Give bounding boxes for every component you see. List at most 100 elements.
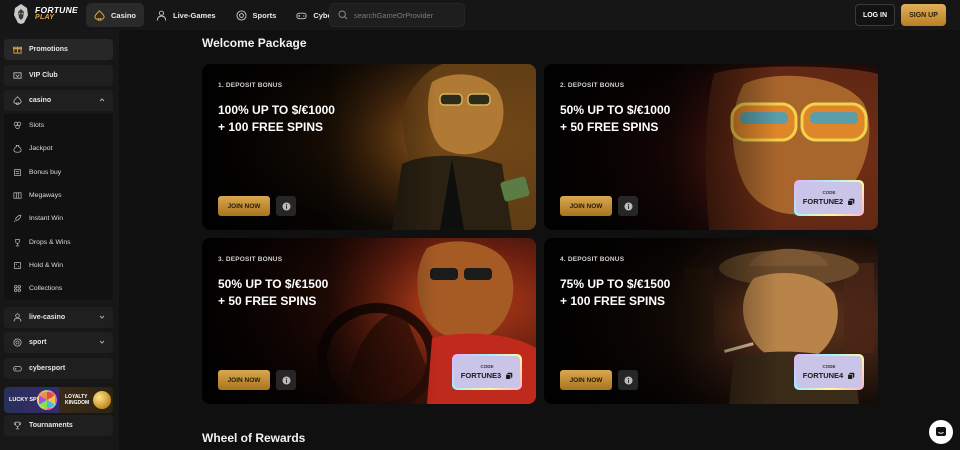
- sidebar-item-sport[interactable]: sport: [4, 332, 113, 353]
- card-offer-title: 50% UP TO $/€1500 + 50 FREE SPINS: [218, 276, 408, 309]
- sidebar-item-live-casino[interactable]: live-casino: [4, 307, 113, 328]
- sidebar-item-label: VIP Club: [29, 72, 58, 79]
- sidebar-item-instant-win[interactable]: Instant Win: [4, 207, 113, 230]
- grid-icon: [14, 285, 21, 293]
- sidebar-item-megaways[interactable]: Megaways: [4, 184, 113, 207]
- copy-icon[interactable]: [505, 372, 513, 380]
- info-button[interactable]: [618, 196, 638, 216]
- trophy-icon: [13, 421, 22, 430]
- login-button[interactable]: LOG IN: [855, 4, 895, 26]
- code-caption: CODE: [822, 190, 836, 195]
- sidebar-item-label: Tournaments: [29, 422, 73, 429]
- join-now-button[interactable]: JOIN NOW: [218, 196, 270, 216]
- logo[interactable]: FORTUNE PLAY: [12, 3, 78, 25]
- sidebar-item-hold-win[interactable]: Hold & Win: [4, 254, 113, 277]
- vip-card-icon: [13, 72, 22, 79]
- promo-code-value: FORTUNE2: [803, 197, 855, 206]
- search-icon: [338, 10, 348, 20]
- info-button[interactable]: [276, 370, 296, 390]
- sidebar-subitem-label: Megaways: [29, 192, 62, 200]
- sidebar-item-drops-wins[interactable]: Drops & Wins: [4, 230, 113, 253]
- main-content: Welcome Package 1. DEPOSIT BONUS 100% UP…: [119, 30, 960, 450]
- info-icon: [624, 202, 632, 210]
- kingdom-label: KINGDOM: [65, 400, 90, 406]
- sidebar-item-jackpot[interactable]: Jackpot: [4, 137, 113, 160]
- nav-sports-label: Sports: [252, 10, 277, 20]
- search-box[interactable]: [329, 3, 465, 27]
- sidebar-item-label: casino: [29, 97, 52, 104]
- slot-reel-icon: [13, 192, 22, 199]
- card-offer-line-1: 75% UP TO $/€1500: [560, 277, 671, 291]
- sidebar-subitem-label: Drops & Wins: [29, 238, 71, 246]
- bonus-card-3: 3. DEPOSIT BONUS 50% UP TO $/€1500 + 50 …: [202, 238, 536, 404]
- copy-icon[interactable]: [847, 198, 855, 206]
- card-deposit-label: 4. DEPOSIT BONUS: [560, 256, 625, 263]
- info-icon: [624, 376, 632, 384]
- copy-icon[interactable]: [847, 372, 855, 380]
- logo-name-top: FORTUNE: [35, 5, 79, 15]
- promo-code-box[interactable]: CODE FORTUNE4: [794, 354, 864, 390]
- card-offer-title: 50% UP TO $/€1000 + 50 FREE SPINS: [560, 102, 750, 135]
- cart-icon: [13, 168, 22, 176]
- nav-live-games[interactable]: Live-Games: [148, 3, 224, 27]
- chevron-up-icon: [99, 98, 105, 102]
- bonus-card-1: 1. DEPOSIT BONUS 100% UP TO $/€1000 + 10…: [202, 64, 536, 230]
- chevron-down-icon: [99, 340, 105, 344]
- logo-text: FORTUNE PLAY: [35, 6, 78, 22]
- dice-icon: [13, 261, 22, 269]
- gift-icon: [13, 46, 22, 54]
- spade-icon: [94, 9, 105, 21]
- join-now-button[interactable]: JOIN NOW: [560, 370, 612, 390]
- sidebar-item-label: cybersport: [29, 365, 66, 372]
- card-offer-title: 100% UP TO $/€1000 + 100 FREE SPINS: [218, 102, 408, 135]
- main-nav: Casino Live-Games Sports Cybersport: [86, 3, 361, 27]
- card-deposit-label: 2. DEPOSIT BONUS: [560, 82, 625, 89]
- welcome-package-title: Welcome Package: [202, 36, 307, 50]
- promo-code-inner: CODE FORTUNE3: [454, 356, 520, 388]
- sidebar-item-collections[interactable]: Collections: [4, 277, 113, 300]
- join-now-button[interactable]: JOIN NOW: [218, 370, 270, 390]
- loyalty-kingdom-banner[interactable]: LOYALTY KINGDOM: [59, 387, 113, 413]
- lucky-spin-banner[interactable]: LUCKY SPIN: [4, 387, 59, 413]
- clover-icon: [13, 121, 22, 130]
- card-offer-line-1: 100% UP TO $/€1000: [218, 103, 335, 117]
- code-caption: CODE: [822, 364, 836, 369]
- join-now-button[interactable]: JOIN NOW: [560, 196, 612, 216]
- search-input[interactable]: [354, 10, 464, 20]
- sidebar-item-tournaments[interactable]: Tournaments: [4, 415, 113, 436]
- sidebar-item-cybersport[interactable]: cybersport: [4, 358, 113, 379]
- casino-submenu: Slots Jackpot Bonus buy Megaways Instant…: [4, 114, 113, 301]
- chat-button[interactable]: [929, 420, 953, 444]
- spade-icon: [13, 96, 22, 105]
- info-icon: [282, 376, 290, 384]
- top-bar: FORTUNE PLAY Casino Live-Games Sports Cy…: [0, 0, 960, 30]
- promo-code-box[interactable]: CODE FORTUNE2: [794, 180, 864, 216]
- sidebar: Promotions VIP Club casino Slots Jackpot…: [0, 30, 119, 450]
- sidebar-item-label: live-casino: [29, 314, 66, 321]
- sidebar-item-vip[interactable]: VIP Club: [4, 65, 113, 86]
- promo-code-value: FORTUNE3: [461, 371, 513, 380]
- info-icon: [282, 202, 290, 210]
- sidebar-promo-banners: LUCKY SPIN LOYALTY KINGDOM: [4, 387, 113, 413]
- sidebar-subitem-label: Collections: [29, 285, 63, 293]
- info-button[interactable]: [276, 196, 296, 216]
- chevron-down-icon: [99, 315, 105, 319]
- promo-code-box[interactable]: CODE FORTUNE3: [452, 354, 522, 390]
- nav-casino[interactable]: Casino: [86, 3, 145, 27]
- sidebar-item-promotions[interactable]: Promotions: [4, 39, 113, 60]
- nav-sports[interactable]: Sports: [228, 3, 285, 27]
- coin-icon: [93, 391, 111, 409]
- sidebar-subitem-label: Bonus buy: [29, 168, 62, 176]
- info-button[interactable]: [618, 370, 638, 390]
- card-offer-line-1: 50% UP TO $/€1500: [218, 277, 329, 291]
- code-caption: CODE: [480, 364, 494, 369]
- nav-casino-label: Casino: [111, 10, 137, 20]
- sidebar-item-casino[interactable]: casino: [4, 90, 113, 111]
- signup-button[interactable]: SIGN UP: [901, 4, 946, 26]
- wheel-of-rewards-title: Wheel of Rewards: [202, 431, 306, 445]
- sidebar-item-bonus-buy[interactable]: Bonus buy: [4, 161, 113, 184]
- sidebar-subitem-label: Jackpot: [29, 145, 53, 153]
- rocket-icon: [13, 215, 22, 223]
- card-offer-line-2: + 100 FREE SPINS: [218, 119, 324, 134]
- sidebar-item-slots[interactable]: Slots: [4, 114, 113, 137]
